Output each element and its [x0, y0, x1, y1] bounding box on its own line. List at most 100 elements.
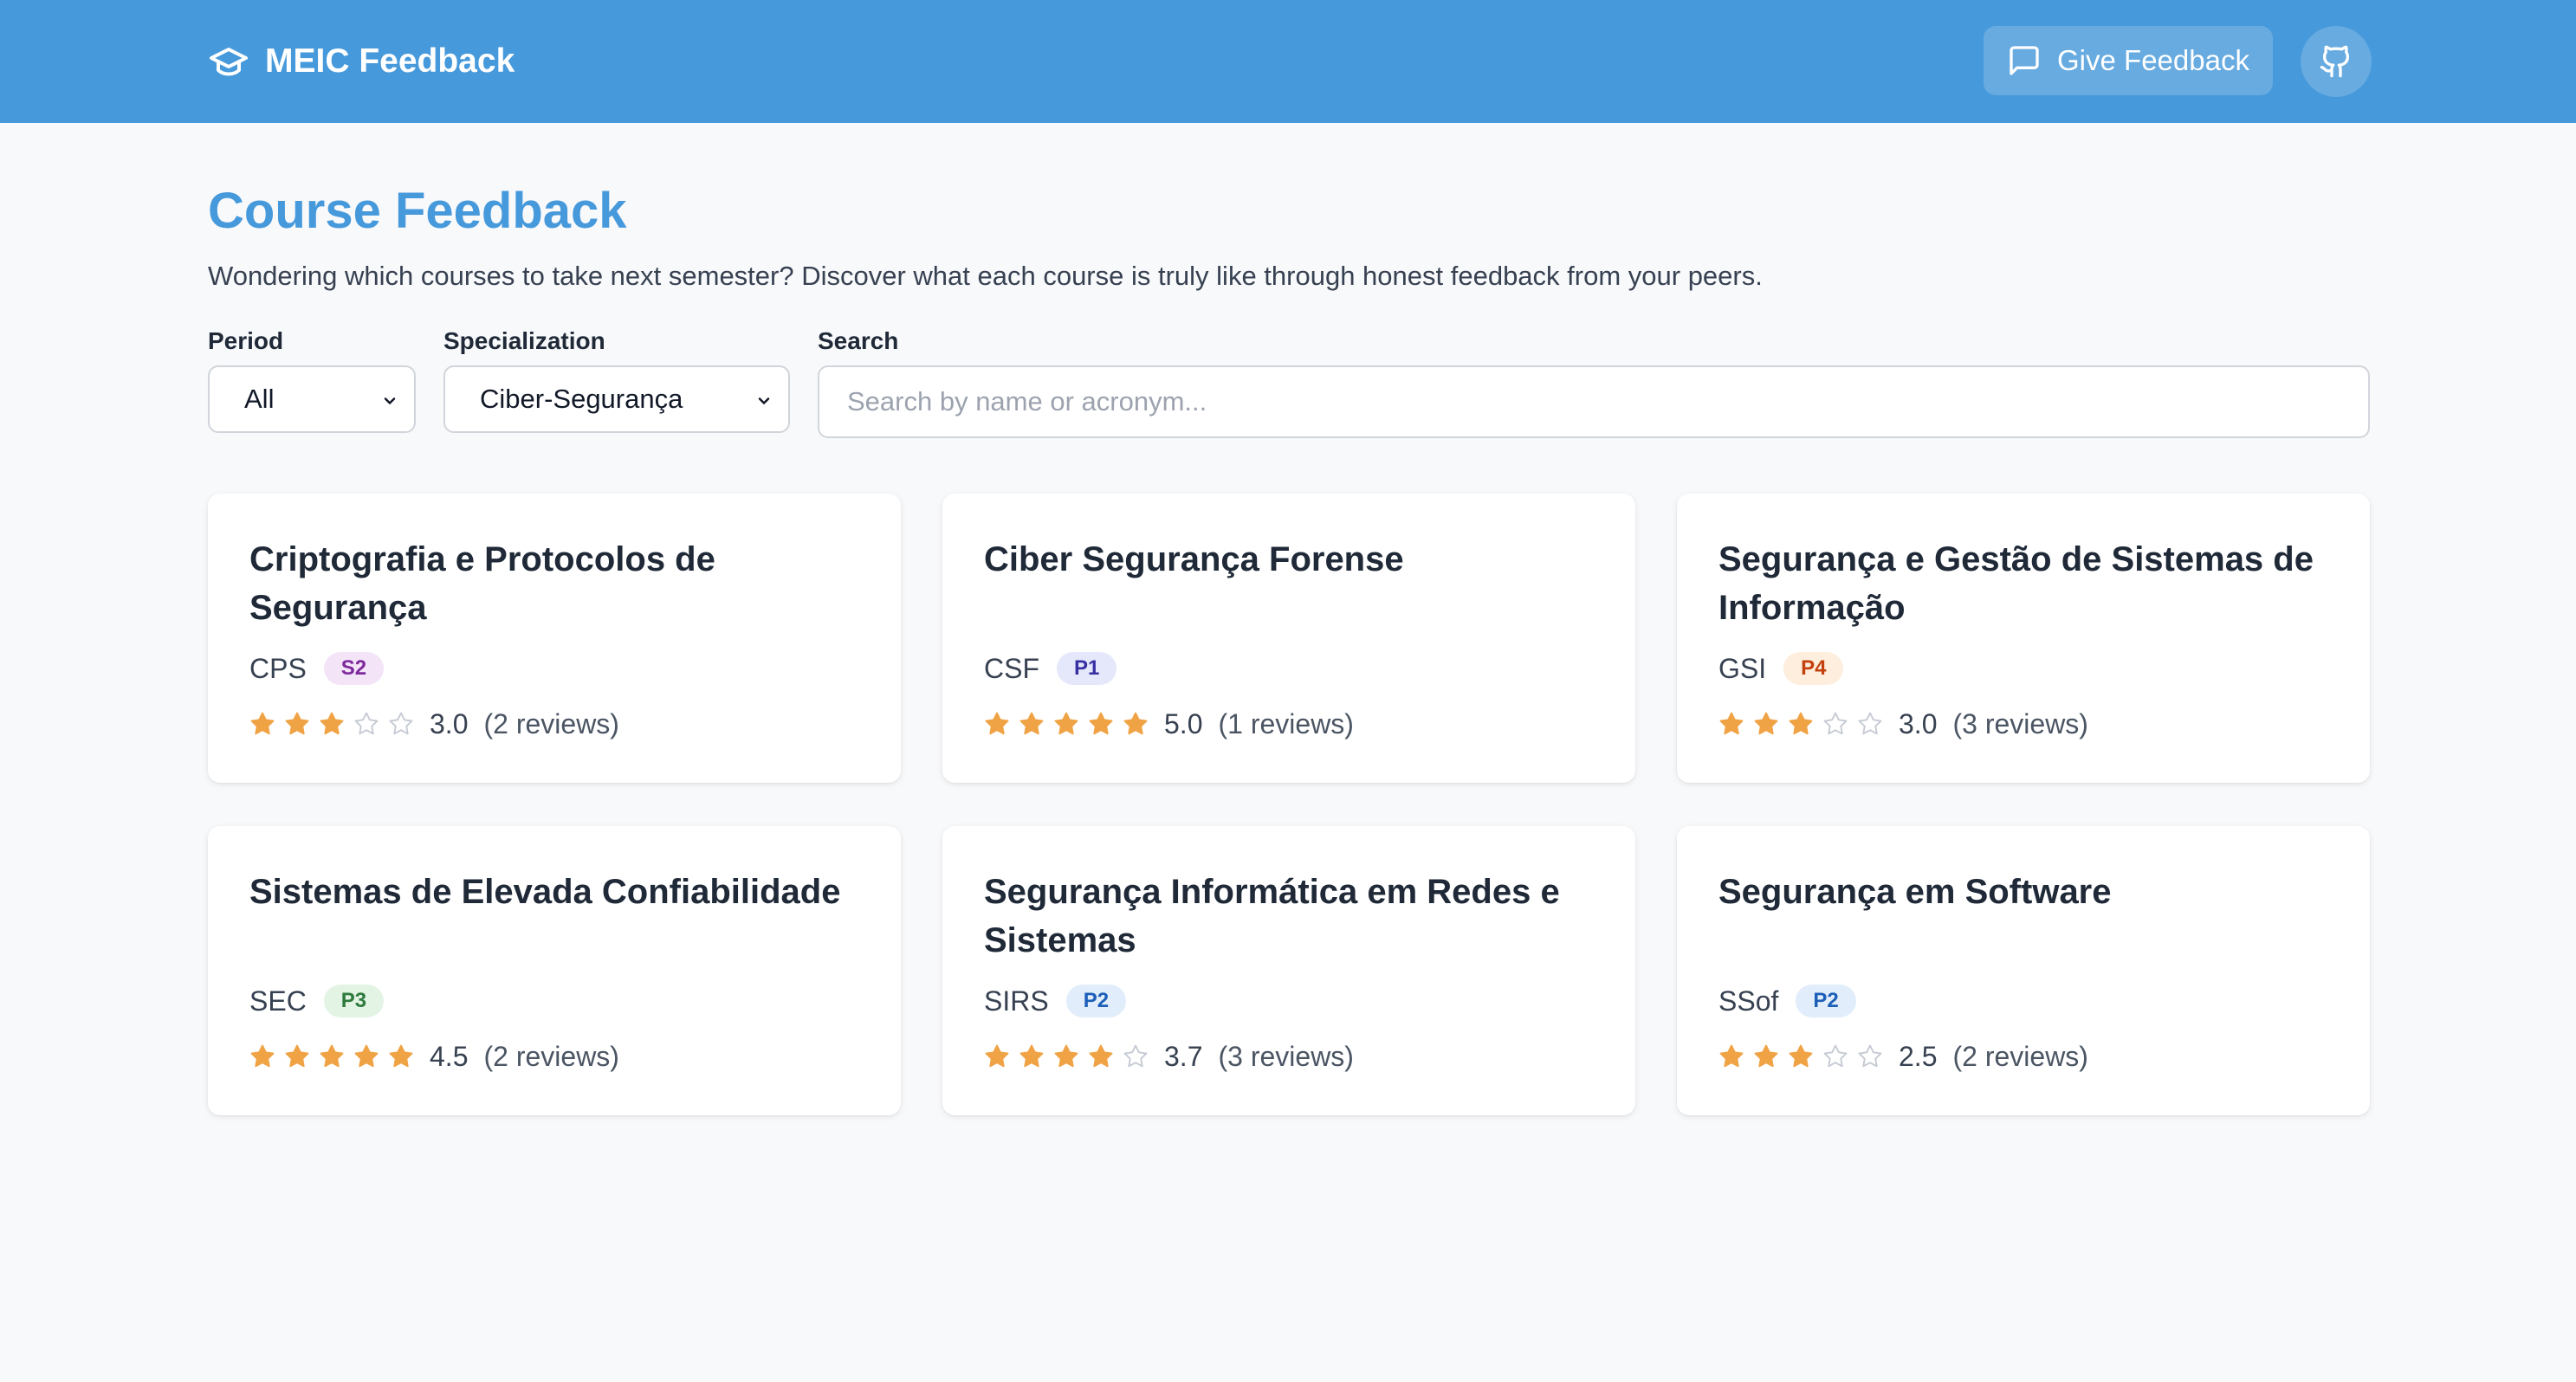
star-empty-icon	[1858, 1044, 1882, 1068]
course-acronym: SEC	[249, 985, 307, 1017]
star-filled-icon	[354, 1044, 379, 1068]
course-rating: 2.5 (2 reviews)	[1718, 1037, 2088, 1075]
review-count: (2 reviews)	[483, 707, 619, 739]
period-badge: S2	[323, 652, 385, 685]
rating-value: 3.0	[1899, 707, 1938, 739]
star-rating	[984, 711, 1149, 737]
brand-link[interactable]: MEIC Feedback	[208, 38, 515, 85]
specialization-select[interactable]: Ciber-Segurança	[443, 365, 790, 433]
review-count: (2 reviews)	[1952, 1040, 2088, 1072]
course-title: Segurança e Gestão de Sistemas de Inform…	[1718, 540, 2314, 627]
github-button[interactable]	[2301, 26, 2372, 97]
course-rating: 3.0 (2 reviews)	[249, 705, 619, 743]
period-select[interactable]: All	[208, 365, 416, 433]
star-filled-icon	[985, 1044, 1009, 1068]
course-acronym: SIRS	[984, 985, 1049, 1017]
star-rating	[984, 1043, 1149, 1069]
course-acronym: SSof	[1718, 985, 1779, 1017]
star-filled-icon	[320, 712, 344, 735]
star-filled-icon	[1789, 712, 1813, 735]
star-rating	[249, 711, 414, 737]
course-meta: CPS S2	[249, 649, 385, 688]
course-title: Segurança em Software	[1718, 873, 2112, 911]
course-rating: 3.0 (3 reviews)	[1718, 705, 2088, 743]
course-card[interactable]: Criptografia e Protocolos de Segurança CP…	[208, 494, 901, 783]
course-title: Segurança Informática em Redes e Sistema…	[984, 873, 1560, 959]
specialization-select-value: Ciber-Segurança	[480, 384, 683, 414]
give-feedback-label: Give Feedback	[2057, 44, 2249, 76]
star-empty-icon	[389, 712, 413, 735]
review-count: (2 reviews)	[483, 1040, 619, 1072]
review-count: (3 reviews)	[1218, 1040, 1354, 1072]
search-label: Search	[818, 327, 899, 354]
star-empty-icon	[1823, 712, 1848, 735]
star-filled-icon	[1754, 712, 1778, 735]
star-filled-icon	[285, 1044, 309, 1068]
chevron-down-icon	[384, 397, 396, 404]
course-meta: SSof P2	[1718, 982, 1856, 1020]
star-filled-icon	[1019, 712, 1044, 735]
course-meta: GSI P4	[1718, 649, 1844, 688]
course-title: Ciber Segurança Forense	[984, 540, 1404, 578]
page-subtitle: Wondering which courses to take next sem…	[208, 261, 1763, 291]
specialization-label: Specialization	[443, 327, 605, 354]
period-label: Period	[208, 327, 284, 354]
star-filled-icon	[1719, 712, 1744, 735]
graduation-cap-icon	[210, 48, 248, 76]
star-rating	[249, 1043, 414, 1069]
course-rating: 5.0 (1 reviews)	[984, 705, 1354, 743]
course-card[interactable]: Segurança Informática em Redes e Sistema…	[942, 826, 1635, 1115]
period-badge: P2	[1796, 985, 1856, 1017]
review-count: (3 reviews)	[1952, 707, 2088, 739]
course-acronym: GSI	[1718, 652, 1767, 684]
course-meta: SEC P3	[249, 982, 385, 1020]
period-badge: P2	[1065, 985, 1127, 1017]
github-icon	[2320, 45, 2350, 78]
star-empty-icon	[1823, 1044, 1848, 1068]
rating-value: 3.0	[430, 707, 469, 739]
rating-value: 4.5	[430, 1040, 469, 1072]
star-filled-icon	[1089, 712, 1113, 735]
star-filled-icon	[985, 712, 1009, 735]
period-badge: P1	[1057, 652, 1117, 685]
period-badge: P4	[1783, 652, 1844, 685]
star-empty-icon	[354, 712, 379, 735]
rating-value: 5.0	[1164, 707, 1203, 739]
review-count: (1 reviews)	[1218, 707, 1354, 739]
course-meta: CSF P1	[984, 649, 1117, 688]
course-card[interactable]: Segurança em Software SSof P2 2.5 (2 reviews…	[1677, 826, 2370, 1115]
give-feedback-button[interactable]: Give Feedback	[1984, 26, 2273, 95]
star-filled-icon	[250, 712, 275, 735]
star-rating	[1718, 1043, 1883, 1069]
course-card[interactable]: Sistemas de Elevada Confiabilidade SEC P3 4…	[208, 826, 901, 1115]
search-input[interactable]	[818, 365, 2370, 438]
course-rating: 4.5 (2 reviews)	[249, 1037, 619, 1075]
navbar: MEIC Feedback Give Feedback	[0, 0, 2576, 123]
star-filled-icon	[389, 1044, 413, 1068]
course-card[interactable]: Segurança e Gestão de Sistemas de Inform…	[1677, 494, 2370, 783]
star-filled-icon	[320, 1044, 344, 1068]
rating-value: 2.5	[1899, 1040, 1938, 1072]
star-filled-icon	[1754, 1044, 1778, 1068]
star-empty-icon	[1858, 712, 1882, 735]
star-filled-icon	[250, 1044, 275, 1068]
chevron-down-icon	[758, 397, 770, 404]
star-filled-icon	[1089, 1044, 1113, 1068]
rating-value: 3.7	[1164, 1040, 1203, 1072]
star-filled-icon	[1019, 1044, 1044, 1068]
course-rating: 3.7 (3 reviews)	[984, 1037, 1354, 1075]
period-badge: P3	[323, 985, 385, 1017]
course-meta: SIRS P2	[984, 982, 1127, 1020]
star-filled-icon	[1789, 1044, 1813, 1068]
star-filled-icon	[1719, 1044, 1744, 1068]
star-filled-icon	[1054, 712, 1078, 735]
course-title: Criptografia e Protocolos de Segurança	[249, 540, 715, 627]
course-acronym: CSF	[984, 652, 1039, 684]
star-filled-icon	[285, 712, 309, 735]
period-select-value: All	[244, 384, 275, 414]
page-title: Course Feedback	[208, 183, 627, 239]
star-empty-icon	[1123, 1044, 1148, 1068]
course-card[interactable]: Ciber Segurança Forense CSF P1 5.0 (1 review…	[942, 494, 1635, 783]
star-rating	[1718, 711, 1883, 737]
course-acronym: CPS	[249, 652, 307, 684]
